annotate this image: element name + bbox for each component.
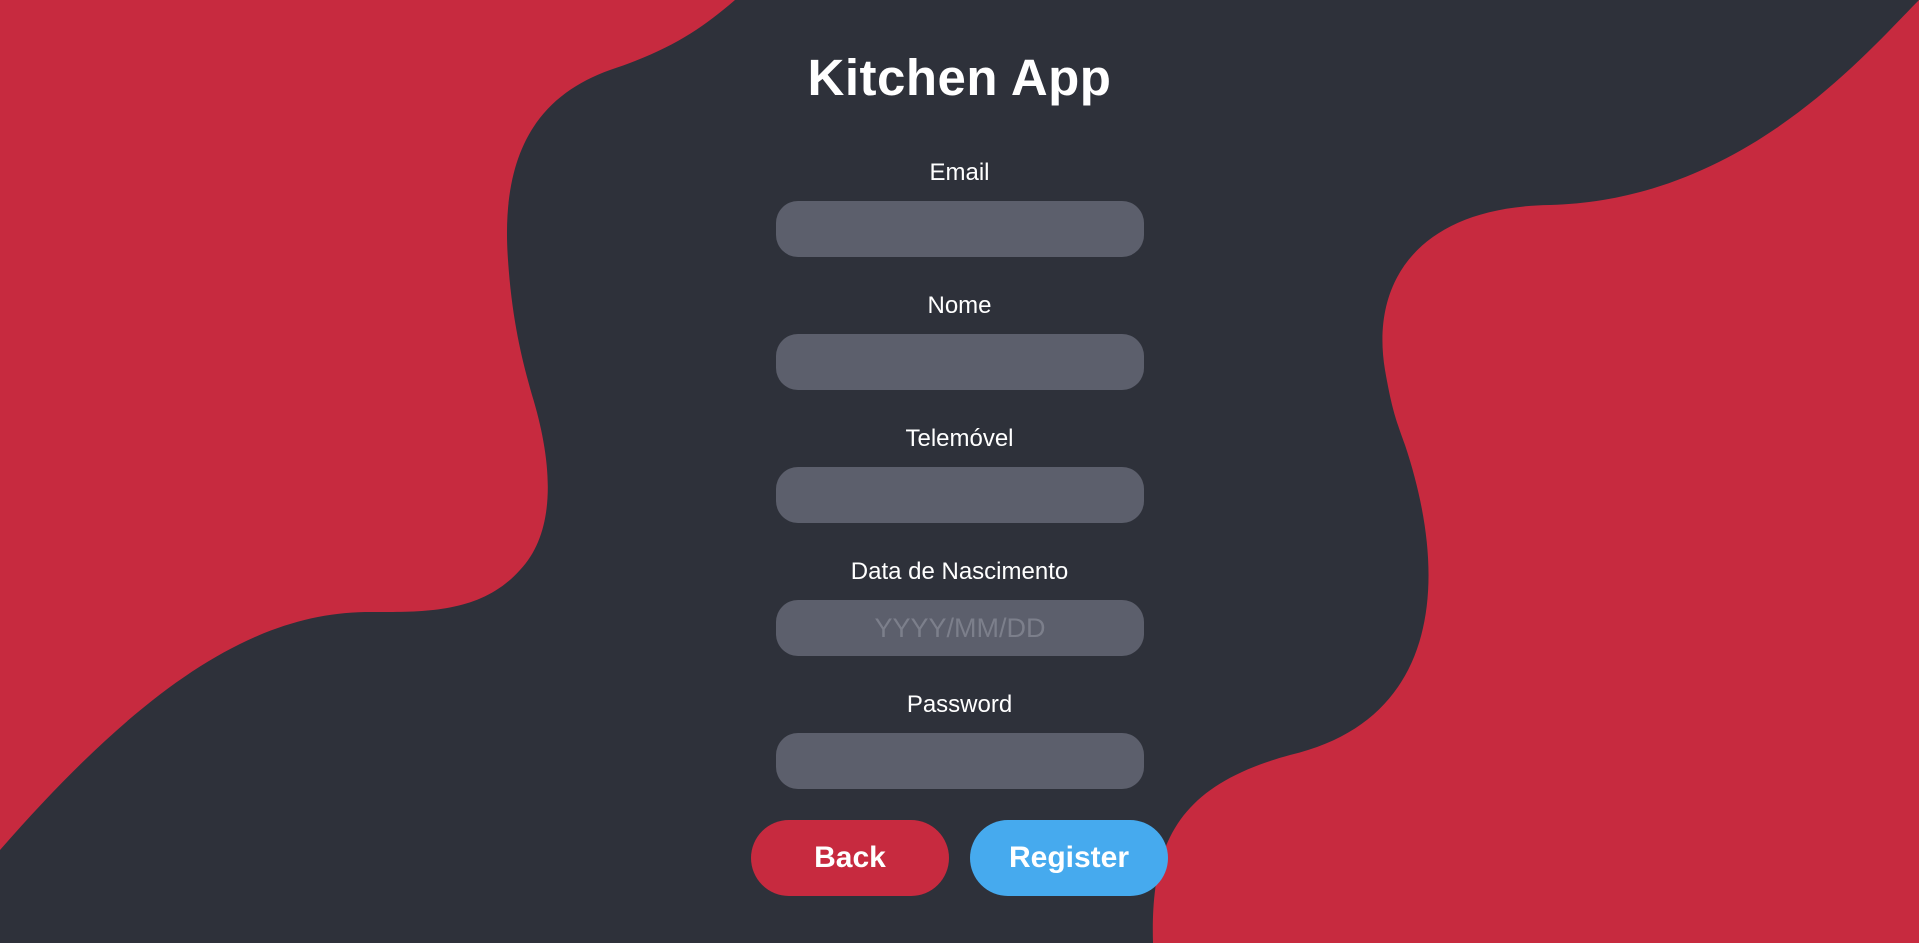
phone-field[interactable] [776,467,1144,523]
register-button[interactable]: Register [970,820,1168,896]
app-title: Kitchen App [807,49,1112,106]
name-field[interactable] [776,334,1144,390]
back-button[interactable]: Back [751,820,949,896]
email-field[interactable] [776,201,1144,257]
register-page: Kitchen App Email Nome Telemóvel Data de… [0,0,1919,943]
email-label: Email [929,159,990,186]
register-form: Kitchen App Email Nome Telemóvel Data de… [0,0,1919,943]
phone-label: Telemóvel [905,425,1014,452]
birthdate-field[interactable] [776,600,1144,656]
password-label: Password [906,691,1013,718]
password-field[interactable] [776,733,1144,789]
name-label: Nome [927,292,992,319]
birthdate-label: Data de Nascimento [850,558,1069,585]
